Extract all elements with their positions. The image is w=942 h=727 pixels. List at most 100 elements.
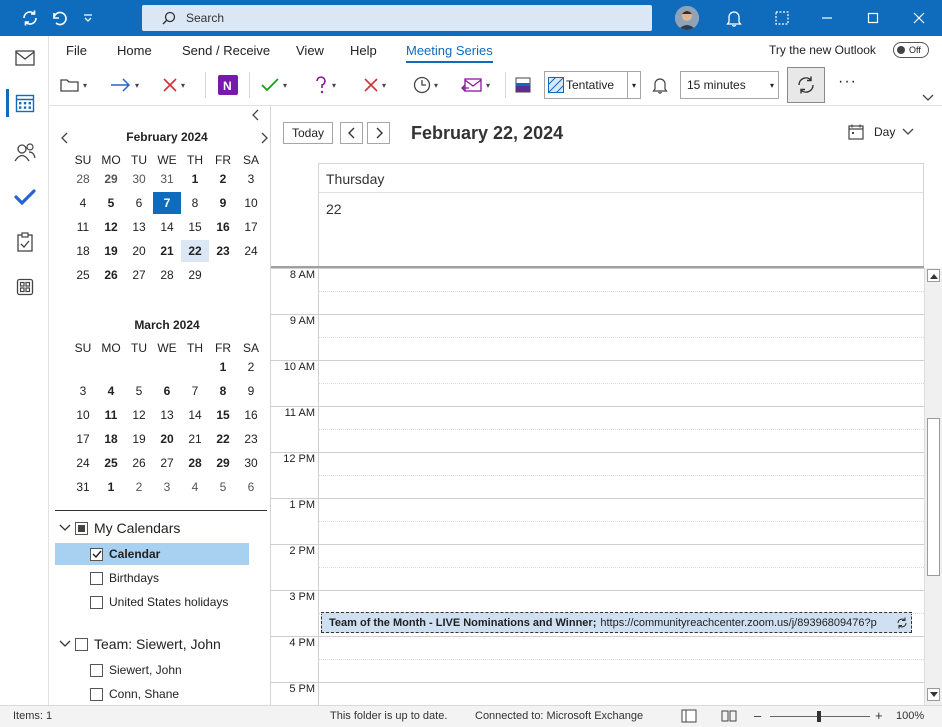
undo-icon[interactable] (49, 8, 69, 28)
event-link[interactable]: https://communityreachcenter.zoom.us/j/8… (600, 617, 876, 629)
calendar-day[interactable]: 9 (209, 192, 237, 214)
calendar-day[interactable]: 28 (181, 452, 209, 474)
zoom-in-icon[interactable]: + (875, 708, 883, 723)
menu-view[interactable]: View (296, 43, 324, 58)
calendar-day[interactable]: 18 (69, 240, 97, 262)
calendar-day[interactable]: 19 (97, 240, 125, 262)
calendar-day[interactable]: 30 (237, 452, 265, 474)
calendar-day[interactable]: 8 (209, 380, 237, 402)
zoom-slider[interactable] (770, 711, 870, 722)
collapse-pane-icon[interactable] (251, 109, 261, 124)
close-button[interactable] (896, 0, 942, 36)
calendar-day[interactable]: 5 (125, 380, 153, 402)
calendar-day[interactable]: 16 (209, 216, 237, 238)
prev-day-button[interactable] (340, 122, 363, 144)
calendar-day[interactable]: 13 (125, 216, 153, 238)
next-day-button[interactable] (367, 122, 390, 144)
calendar-item-us-holidays[interactable]: United States holidays (90, 591, 228, 613)
calendar-day[interactable]: 23 (237, 428, 265, 450)
decline-button[interactable]: ▾ (363, 72, 386, 98)
calendar-day[interactable]: 4 (97, 380, 125, 402)
calendar-day[interactable]: 25 (69, 264, 97, 286)
zoom-thumb[interactable] (817, 711, 821, 722)
calendar-day[interactable]: 20 (125, 240, 153, 262)
calendar-day[interactable]: 31 (153, 168, 181, 190)
calendar-day[interactable]: 2 (125, 476, 153, 498)
normal-view-icon[interactable] (681, 709, 697, 726)
calendar-day[interactable]: 2 (209, 168, 237, 190)
minimize-button[interactable] (804, 0, 850, 36)
zoom-out-icon[interactable]: – (754, 708, 761, 723)
calendar-day[interactable]: 22 (209, 428, 237, 450)
respond-button[interactable]: ▾ (461, 72, 490, 98)
calendar-day[interactable]: 15 (181, 216, 209, 238)
mail-icon[interactable] (0, 38, 49, 78)
search-box[interactable]: Search (142, 5, 652, 31)
calendar-day[interactable]: 17 (69, 428, 97, 450)
calendar-day[interactable]: 3 (69, 380, 97, 402)
calendar-day[interactable]: 5 (209, 476, 237, 498)
calendar-day[interactable]: 27 (125, 264, 153, 286)
new-outlook-toggle[interactable]: Off (893, 42, 929, 58)
calendar-day[interactable]: 29 (181, 264, 209, 286)
calendar-item-conn[interactable]: Conn, Shane (90, 683, 179, 705)
more-options-button[interactable]: ··· (838, 73, 857, 91)
group-my-calendars[interactable]: My Calendars (59, 520, 180, 536)
calendar-day[interactable]: 12 (97, 216, 125, 238)
tasks-icon[interactable] (0, 222, 49, 262)
menu-meeting-series[interactable]: Meeting Series (406, 43, 493, 63)
siewert-checkbox[interactable] (90, 663, 103, 677)
holidays-checkbox[interactable] (90, 595, 103, 609)
delete-button[interactable]: ▾ (162, 72, 185, 98)
calendar-day[interactable]: 29 (209, 452, 237, 474)
calendar-day[interactable]: 25 (97, 452, 125, 474)
todo-icon[interactable] (0, 177, 49, 217)
sync-icon[interactable] (20, 8, 40, 28)
calendar-day[interactable]: 22 (181, 240, 209, 262)
calendar-day[interactable]: 15 (209, 404, 237, 426)
calendar-day[interactable]: 1 (97, 476, 125, 498)
calendar-day[interactable]: 31 (69, 476, 97, 498)
calendar-day[interactable]: 30 (125, 168, 153, 190)
move-folder-button[interactable]: ▾ (60, 72, 87, 98)
calendar-checkbox[interactable] (90, 547, 103, 561)
calendar-day[interactable]: 10 (237, 192, 265, 214)
calendar-day[interactable]: 13 (153, 404, 181, 426)
calendar-day[interactable]: 14 (153, 216, 181, 238)
group-checkbox[interactable] (75, 637, 88, 651)
calendar-day[interactable]: 24 (69, 452, 97, 474)
calendar-day[interactable]: 3 (237, 168, 265, 190)
propose-time-button[interactable]: ▾ (413, 72, 438, 98)
calendar-day[interactable]: 7 (181, 380, 209, 402)
calendar-day[interactable]: 8 (181, 192, 209, 214)
vertical-scrollbar[interactable] (924, 268, 942, 705)
scroll-up-icon[interactable] (927, 269, 940, 282)
calendar-day[interactable]: 4 (181, 476, 209, 498)
calendar-day[interactable]: 14 (181, 404, 209, 426)
calendar-day[interactable]: 19 (125, 428, 153, 450)
calendar-day[interactable]: 17 (237, 216, 265, 238)
calendar-item-calendar[interactable]: Calendar (55, 543, 249, 565)
forward-button[interactable]: ▾ (110, 72, 139, 98)
calendar-day[interactable]: 28 (153, 264, 181, 286)
people-icon[interactable] (0, 132, 49, 172)
calendar-item-birthdays[interactable]: Birthdays (90, 567, 159, 589)
birthdays-checkbox[interactable] (90, 571, 103, 585)
apps-icon[interactable] (0, 267, 49, 307)
calendar-day[interactable]: 6 (125, 192, 153, 214)
calendar-day[interactable]: 1 (181, 168, 209, 190)
avatar[interactable] (675, 6, 699, 30)
recurrence-button[interactable] (787, 67, 825, 103)
view-selector[interactable]: Day (848, 124, 914, 140)
meeting-event[interactable]: Team of the Month - LIVE Nominations and… (321, 612, 912, 633)
reading-view-icon[interactable] (721, 709, 737, 726)
calendar-day[interactable]: 28 (69, 168, 97, 190)
today-button[interactable]: Today (283, 122, 333, 144)
reminder-dropdown[interactable]: 15 minutes ▾ (680, 71, 779, 99)
window-mode-icon[interactable] (772, 8, 792, 28)
calendar-day[interactable]: 6 (237, 476, 265, 498)
menu-send-receive[interactable]: Send / Receive (182, 43, 270, 58)
scroll-thumb[interactable] (927, 418, 940, 576)
calendar-day[interactable]: 27 (153, 452, 181, 474)
calendar-day[interactable]: 26 (97, 264, 125, 286)
